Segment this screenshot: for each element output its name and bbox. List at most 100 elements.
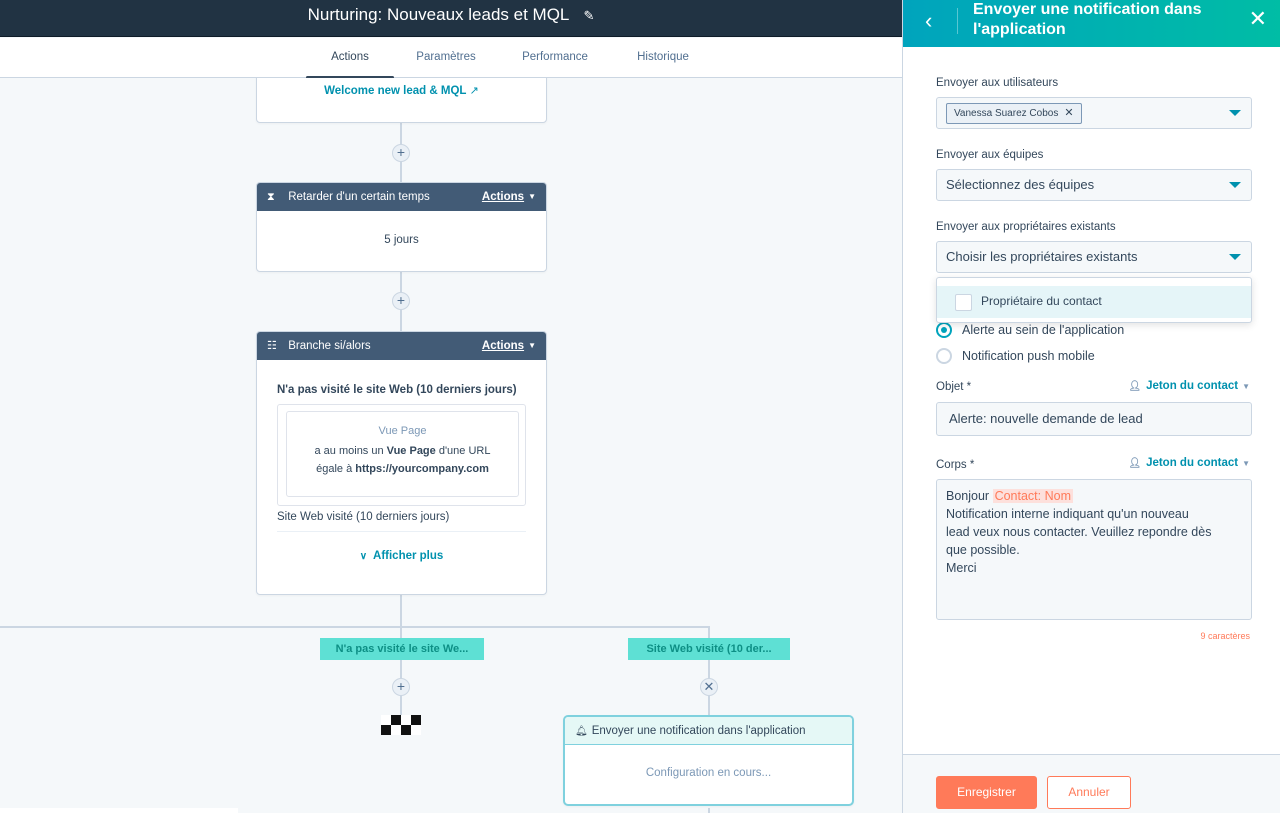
body-label: Corps * [936, 459, 975, 471]
owners-option-label: Propriétaire du contact [981, 294, 1102, 308]
users-label: Envoyer aux utilisateurs [936, 77, 1059, 89]
workflow-title-text: Nurturing: Nouveaux leads et MQL [307, 5, 569, 24]
workflow-header: Nurturing: Nouveaux leads et MQL ✎ [0, 0, 902, 37]
notification-action-card[interactable]: 🔔︎ Envoyer une notification dans l'applic… [563, 715, 854, 806]
show-more-button[interactable]: ∨ Afficher plus [257, 550, 546, 562]
caret-down-icon: ▼ [528, 192, 536, 201]
subject-label: Objet * [936, 381, 972, 393]
token-label: Jeton du contact [1146, 380, 1239, 392]
radio-mobile-push-label: Notification push mobile [962, 349, 1095, 363]
radio-in-app-alert[interactable] [936, 322, 952, 338]
panel-title: Envoyer une notification dans l'applicat… [973, 1, 1202, 38]
branch-1-label: N'a pas visité le site Web (10 derniers … [277, 384, 517, 396]
workflow-title: Nurturing: Nouveaux leads et MQL ✎ [0, 5, 902, 25]
add-action-button[interactable]: + [392, 292, 410, 310]
panel-header: ‹ Envoyer une notification dans l'applic… [903, 0, 1280, 47]
canvas-footer-strip [0, 808, 238, 813]
character-count: 9 caractères [1200, 631, 1250, 641]
bell-icon: 🔔︎ [575, 726, 588, 737]
user-chip: Vanessa Suarez Cobos ✕ [946, 103, 1082, 124]
branch-2-label: Site Web visité (10 derniers jours) [277, 511, 450, 523]
notification-card-title: Envoyer une notification dans l'applicat… [591, 725, 806, 737]
owners-label: Envoyer aux propriétaires existants [936, 221, 1116, 233]
caret-down-icon: ▼ [528, 341, 536, 350]
end-flag-icon [381, 715, 421, 735]
delay-card-header: ⧗ Retarder d'un certain temps Actions ▼ [257, 183, 546, 211]
user-chip-label: Vanessa Suarez Cobos [954, 108, 1059, 119]
hourglass-icon: ⧗ [267, 191, 275, 203]
close-icon[interactable]: ✕ [700, 678, 718, 696]
delay-action-card[interactable]: ⧗ Retarder d'un certain temps Actions ▼ 5… [256, 182, 547, 272]
branch-icon: ☷ [267, 340, 277, 352]
filter-line-2: égale à https://yourcompany.com [316, 463, 489, 475]
caret-down-icon [1229, 182, 1241, 188]
chevron-left-icon[interactable]: ‹ [925, 8, 932, 34]
body-token-menu[interactable]: 👤︎ Jeton du contact ▼ [1128, 457, 1250, 469]
cancel-button[interactable]: Annuler [1047, 776, 1131, 809]
tab-parametres[interactable]: Paramètres [404, 38, 488, 78]
checkbox[interactable] [955, 294, 972, 311]
teams-select[interactable]: Sélectionnez des équipes [936, 169, 1252, 201]
body-textarea[interactable]: Bonjour Contact: Nom Notification intern… [936, 479, 1252, 620]
teams-label: Envoyer aux équipes [936, 149, 1044, 161]
delay-duration: 5 jours [384, 234, 419, 246]
person-icon: 👤︎ [1128, 381, 1142, 392]
workflow-tabs: Actions Paramètres Performance Historiqu… [0, 38, 902, 79]
remove-chip-icon[interactable]: ✕ [1064, 107, 1073, 119]
workflow-editor: Nurturing: Nouveaux leads et MQL ✎ Actio… [0, 0, 1280, 813]
add-action-button[interactable]: + [392, 144, 410, 162]
body-line: Merci [946, 561, 977, 575]
body-greeting: Bonjour [946, 489, 993, 503]
notification-card-status: Configuration en cours... [645, 767, 772, 779]
owners-select[interactable]: Choisir les propriétaires existants [936, 241, 1252, 273]
filter-line-1: a au moins un Vue Page d'une URL [314, 445, 491, 457]
connector-line [708, 808, 710, 813]
delay-actions-menu[interactable]: Actions ▼ [482, 183, 536, 211]
caret-down-icon: ▼ [1242, 382, 1250, 391]
add-action-button[interactable]: + [392, 678, 410, 696]
actions-label: Actions [481, 340, 525, 353]
teams-placeholder: Sélectionnez des équipes [946, 177, 1095, 192]
users-select[interactable]: Vanessa Suarez Cobos ✕ [936, 97, 1252, 129]
action-config-panel: ‹ Envoyer une notification dans l'applic… [902, 0, 1280, 813]
contact-name-token[interactable]: Contact: Nom [992, 489, 1073, 503]
owners-dropdown-menu: Propriétaire du contact [936, 277, 1252, 323]
branch-card-header: ☷ Branche si/alors Actions ▼ [257, 332, 546, 360]
tab-actions[interactable]: Actions [306, 38, 394, 79]
email-link[interactable]: Welcome new lead & MQL [324, 85, 466, 97]
divider [277, 531, 526, 532]
external-link-icon[interactable]: ↗ [470, 85, 479, 97]
tab-performance[interactable]: Performance [512, 38, 598, 78]
radio-mobile-push[interactable] [936, 348, 952, 364]
filter-title: Vue Page [378, 425, 427, 437]
notification-card-header: 🔔︎ Envoyer une notification dans l'applic… [565, 717, 852, 745]
email-action-card[interactable]: Welcome new lead & MQL ↗ [256, 78, 547, 123]
caret-down-icon [1229, 110, 1241, 116]
branch-card-title: Branche si/alors [288, 340, 371, 352]
save-button[interactable]: Enregistrer [936, 776, 1037, 809]
chevron-down-icon: ∨ [359, 551, 368, 562]
actions-label: Actions [481, 191, 525, 204]
subject-input[interactable]: Alerte: nouvelle demande de lead [936, 402, 1252, 436]
close-icon[interactable]: ✕ [1249, 6, 1267, 32]
caret-down-icon: ▼ [1242, 459, 1250, 468]
branch-tag-not-visited[interactable]: N'a pas visité le site We... [320, 638, 484, 660]
delay-card-title: Retarder d'un certain temps [288, 191, 430, 203]
pencil-icon[interactable]: ✎ [583, 8, 594, 24]
body-line: que possible. [946, 543, 1020, 557]
branch-actions-menu[interactable]: Actions ▼ [482, 332, 536, 360]
owners-option[interactable]: Propriétaire du contact [937, 286, 1251, 318]
branch-filter-group: Vue Page a au moins un Vue Page d'une UR… [277, 404, 526, 506]
radio-in-app-alert-label: Alerte au sein de l'application [962, 323, 1125, 337]
body-line: Notification interne indiquant qu'un nou… [946, 507, 1189, 521]
header-separator [957, 8, 958, 34]
panel-footer: Enregistrer Annuler [903, 754, 1280, 813]
owners-placeholder: Choisir les propriétaires existants [946, 249, 1138, 264]
body-line: Bonjour Contact: Nom [946, 487, 1242, 505]
branch-action-card[interactable]: ☷ Branche si/alors Actions ▼ N'a pas visi… [256, 331, 547, 595]
tab-historique[interactable]: Historique [622, 38, 704, 78]
subject-token-menu[interactable]: 👤︎ Jeton du contact ▼ [1128, 380, 1250, 392]
filter-card[interactable]: Vue Page a au moins un Vue Page d'une UR… [286, 411, 519, 497]
show-more-label: Afficher plus [373, 550, 444, 562]
branch-tag-visited[interactable]: Site Web visité (10 der... [628, 638, 790, 660]
